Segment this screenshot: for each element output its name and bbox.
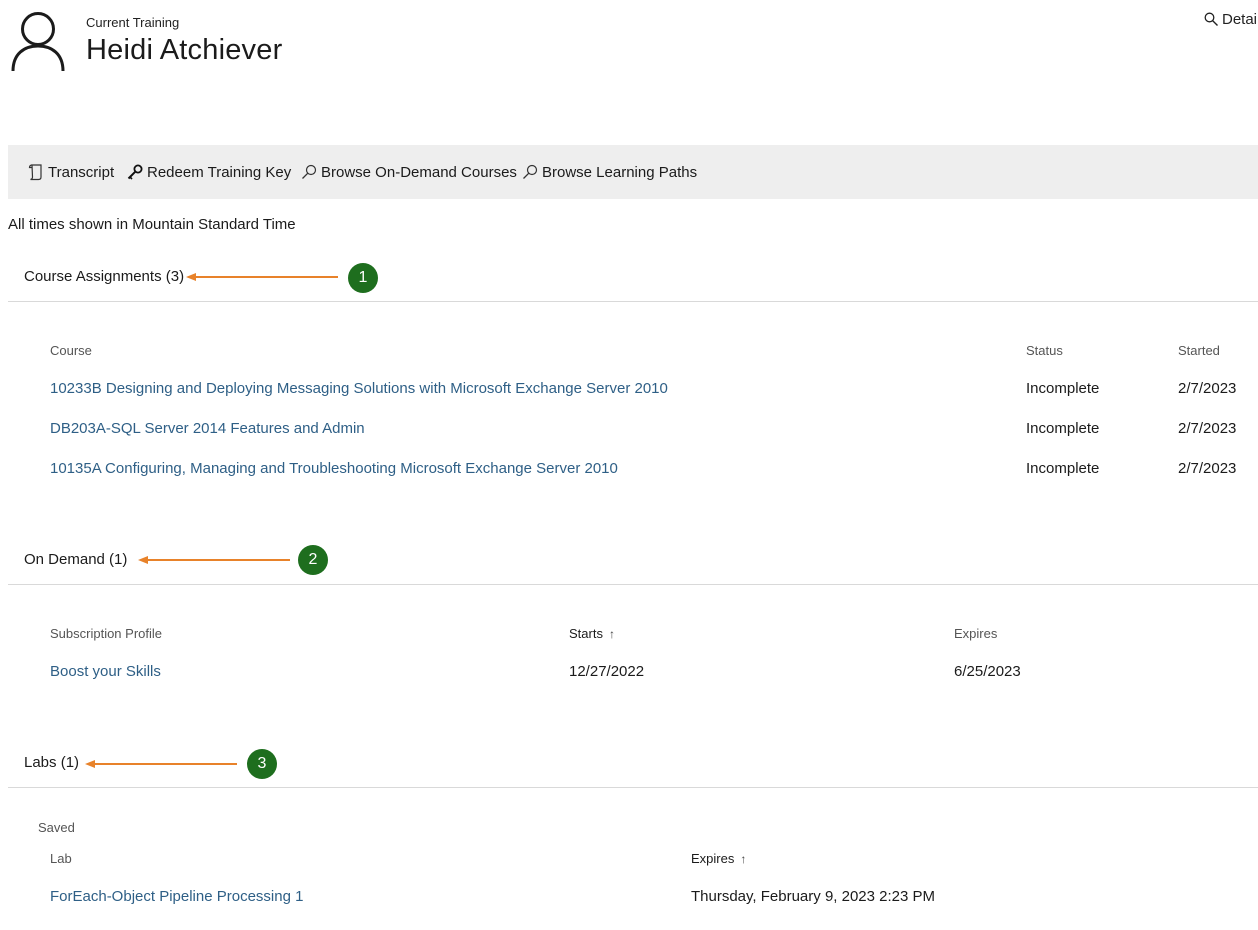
browse-paths-label: Browse Learning Paths — [542, 163, 698, 181]
header-label: Current Training — [86, 15, 180, 30]
course-status: Incomplete — [1026, 420, 1100, 437]
subscription-profile-column-header[interactable]: Subscription Profile — [50, 626, 162, 641]
lab-link[interactable]: ForEach-Object Pipeline Processing 1 — [50, 888, 303, 905]
labs-header[interactable]: Labs (1) — [24, 754, 79, 771]
toolbar: Transcript Redeem Training Key Browse On… — [8, 145, 1258, 199]
sort-ascending-icon: ↑ — [740, 852, 747, 866]
annotation-arrow — [85, 760, 237, 768]
redeem-training-key-button[interactable]: Redeem Training Key — [127, 145, 291, 199]
transcript-label: Transcript — [48, 163, 115, 181]
course-link[interactable]: DB203A-SQL Server 2014 Features and Admi… — [50, 420, 365, 437]
annotation-badge: 3 — [247, 749, 277, 779]
lab-expires: Thursday, February 9, 2023 2:23 PM — [691, 888, 936, 905]
search-icon — [1204, 12, 1218, 26]
scroll-icon — [28, 164, 42, 181]
browse-learning-paths-button[interactable]: Browse Learning Paths — [522, 145, 697, 199]
course-link[interactable]: 10233B Designing and Deploying Messaging… — [50, 380, 668, 397]
subscription-profile-link[interactable]: Boost your Skills — [50, 663, 161, 680]
on-demand-header[interactable]: On Demand (1) — [24, 551, 127, 568]
labs-group-label: Saved — [38, 820, 75, 835]
lab-column-header[interactable]: Lab — [50, 851, 72, 866]
annotation-arrow — [138, 556, 290, 564]
search-icon — [523, 164, 538, 179]
redeem-label: Redeem Training Key — [147, 163, 292, 181]
browse-courses-label: Browse On-Demand Courses — [321, 163, 517, 181]
details-link[interactable]: Detai — [1204, 11, 1257, 28]
sort-ascending-icon: ↑ — [608, 627, 615, 641]
starts-label: Starts — [569, 626, 603, 641]
starts-column-header[interactable]: Starts ↑ — [569, 626, 615, 641]
course-assignments-header[interactable]: Course Assignments (3) — [24, 268, 184, 285]
details-label: Detai — [1222, 11, 1258, 28]
course-status: Incomplete — [1026, 380, 1100, 397]
section-divider — [8, 301, 1258, 302]
search-icon — [302, 164, 317, 179]
started-column-header[interactable]: Started — [1178, 343, 1220, 358]
timezone-note: All times shown in Mountain Standard Tim… — [8, 216, 296, 233]
course-started: 2/7/2023 — [1178, 460, 1237, 477]
key-icon — [127, 164, 143, 180]
transcript-button[interactable]: Transcript — [28, 145, 114, 199]
status-column-header[interactable]: Status — [1026, 343, 1063, 358]
course-started: 2/7/2023 — [1178, 420, 1237, 437]
browse-on-demand-courses-button[interactable]: Browse On-Demand Courses — [301, 145, 517, 199]
course-started: 2/7/2023 — [1178, 380, 1237, 397]
annotation-badge: 1 — [348, 263, 378, 293]
user-name: Heidi Atchiever — [86, 34, 283, 66]
section-divider — [8, 584, 1258, 585]
course-column-header[interactable]: Course — [50, 343, 92, 358]
lab-expires-label: Expires — [691, 851, 735, 866]
subscription-expires: 6/25/2023 — [954, 663, 1021, 680]
expires-column-header[interactable]: Expires — [954, 626, 997, 641]
course-status: Incomplete — [1026, 460, 1100, 477]
user-avatar-icon — [11, 12, 65, 72]
lab-expires-column-header[interactable]: Expires ↑ — [691, 851, 746, 866]
section-divider — [8, 787, 1258, 788]
annotation-arrow — [186, 273, 338, 281]
annotation-badge: 2 — [298, 545, 328, 575]
course-link[interactable]: 10135A Configuring, Managing and Trouble… — [50, 460, 618, 477]
subscription-starts: 12/27/2022 — [569, 663, 645, 680]
